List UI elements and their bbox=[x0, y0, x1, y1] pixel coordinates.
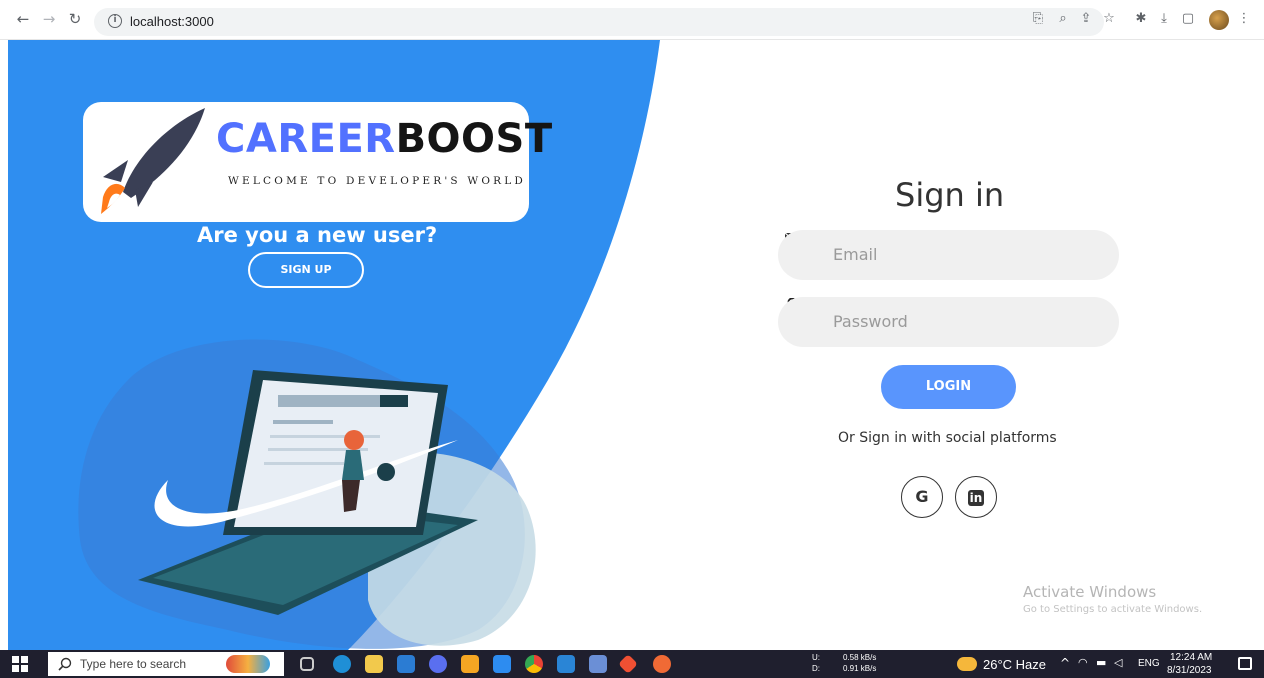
task-view-icon[interactable] bbox=[300, 657, 314, 671]
battery-icon[interactable]: ▬ bbox=[1096, 656, 1106, 669]
logo-wordmark: CAREERBOOST bbox=[216, 116, 553, 162]
password-placeholder: Password bbox=[833, 312, 908, 331]
activate-windows-title: Activate Windows bbox=[1023, 583, 1157, 601]
chrome-icon[interactable] bbox=[525, 655, 543, 673]
signup-button[interactable]: SIGN UP bbox=[248, 252, 364, 288]
weather-text[interactable]: 26°C Haze bbox=[983, 657, 1046, 672]
bookmark-star-icon[interactable]: ☆ bbox=[1101, 11, 1117, 27]
clock-date[interactable]: 8/31/2023 bbox=[1167, 665, 1212, 676]
skype-icon[interactable] bbox=[493, 655, 511, 673]
google-signin-button[interactable]: G bbox=[901, 476, 943, 518]
email-placeholder: Email bbox=[833, 245, 878, 264]
search-placeholder: Type here to search bbox=[80, 657, 187, 671]
extensions-puzzle-icon[interactable]: ✱ bbox=[1133, 11, 1149, 27]
net-down-value: 0.91 kB/s bbox=[843, 664, 877, 673]
edge-icon[interactable] bbox=[333, 655, 351, 673]
file-explorer-icon[interactable] bbox=[365, 655, 383, 673]
share-icon[interactable]: ⇪ bbox=[1078, 11, 1094, 27]
site-info-icon[interactable]: i bbox=[108, 14, 122, 28]
password-field[interactable]: Password bbox=[778, 297, 1119, 347]
zoom-icon[interactable]: ⌕ bbox=[1055, 11, 1071, 27]
logo-card: CAREERBOOST WELCOME TO DEVELOPER'S WORLD bbox=[83, 102, 552, 222]
reload-icon[interactable]: ↻ bbox=[66, 10, 84, 28]
logo-boost-text: BOOST bbox=[395, 116, 553, 162]
signin-title: Sign in bbox=[895, 176, 1005, 214]
linkedin-icon: in bbox=[968, 489, 984, 506]
search-highlight-icon bbox=[226, 655, 270, 673]
windows-taskbar: Type here to search U: D: 0.58 kB/s 0.91… bbox=[0, 650, 1264, 678]
git-icon[interactable] bbox=[618, 654, 638, 674]
google-icon: G bbox=[915, 487, 929, 506]
email-field[interactable]: Email bbox=[778, 230, 1119, 280]
search-icon bbox=[58, 657, 72, 671]
language-indicator[interactable]: ENG bbox=[1138, 658, 1160, 669]
notes-icon[interactable] bbox=[589, 655, 607, 673]
vscode-icon[interactable] bbox=[557, 655, 575, 673]
windows-start-icon[interactable] bbox=[12, 656, 28, 672]
login-button[interactable]: LOGIN bbox=[881, 365, 1016, 409]
url-text: localhost:3000 bbox=[130, 14, 214, 29]
net-up-label: U: bbox=[812, 653, 820, 662]
rocket-logo-icon bbox=[101, 108, 205, 214]
postman-icon[interactable] bbox=[653, 655, 671, 673]
logo-tagline: WELCOME TO DEVELOPER'S WORLD bbox=[228, 175, 527, 187]
side-panel-icon[interactable]: ▢ bbox=[1180, 11, 1196, 27]
weather-icon bbox=[957, 657, 977, 671]
new-user-heading: Are you a new user? bbox=[197, 223, 438, 247]
volume-icon[interactable]: ◁ bbox=[1114, 656, 1122, 669]
menu-kebab-icon[interactable]: ⋮ bbox=[1236, 11, 1252, 27]
linkedin-signin-button[interactable]: in bbox=[955, 476, 997, 518]
tray-chevron-icon[interactable]: ^ bbox=[1060, 656, 1070, 670]
sublime-icon[interactable] bbox=[461, 655, 479, 673]
taskbar-search-box[interactable]: Type here to search bbox=[48, 652, 284, 676]
notifications-icon[interactable] bbox=[1238, 657, 1252, 670]
logo-career-text: CAREER bbox=[216, 116, 396, 162]
download-icon[interactable]: ⤓ bbox=[1156, 11, 1172, 27]
back-arrow-icon[interactable]: ← bbox=[14, 10, 32, 28]
copilot-icon[interactable] bbox=[429, 655, 447, 673]
profile-avatar[interactable] bbox=[1209, 10, 1229, 30]
install-app-icon[interactable]: ⎘ bbox=[1030, 11, 1046, 27]
clock-time[interactable]: 12:24 AM bbox=[1170, 652, 1212, 663]
login-page: CAREERBOOST WELCOME TO DEVELOPER'S WORLD… bbox=[8, 40, 1264, 650]
net-down-label: D: bbox=[812, 664, 820, 673]
net-up-value: 0.58 kB/s bbox=[843, 653, 877, 662]
activate-windows-subtitle: Go to Settings to activate Windows. bbox=[1023, 604, 1203, 615]
wifi-icon[interactable]: ◠ bbox=[1078, 656, 1088, 669]
forward-arrow-icon[interactable]: → bbox=[40, 10, 58, 28]
browser-toolbar: ← → ↻ i localhost:3000 ⎘ ⌕ ⇪ ☆ ✱ ⤓ ▢ ⋮ bbox=[0, 0, 1264, 40]
social-signin-text: Or Sign in with social platforms bbox=[838, 430, 1057, 446]
mail-icon[interactable] bbox=[397, 655, 415, 673]
address-bar[interactable]: i localhost:3000 bbox=[94, 8, 1104, 36]
